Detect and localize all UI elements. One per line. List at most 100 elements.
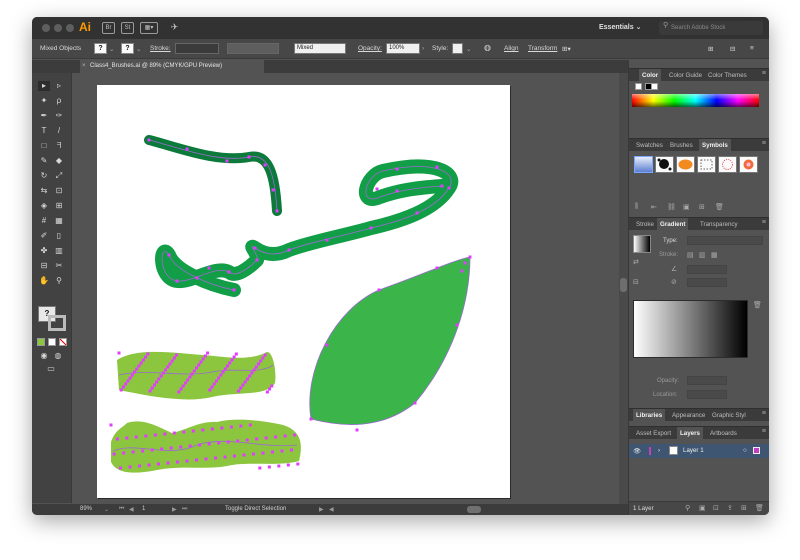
slice-tool[interactable]: ✂ [53,261,65,271]
mesh-tool[interactable]: # [38,216,50,226]
tab-swatches[interactable]: Swatches [633,139,666,152]
anchor-point[interactable] [250,371,254,375]
anchor-point[interactable] [147,463,151,467]
anchor-point[interactable] [287,248,291,252]
anchor-point[interactable] [468,255,472,259]
shaper-tool[interactable]: ✎ [38,156,50,166]
anchor-point[interactable] [139,361,143,365]
anchor-point[interactable] [234,352,238,356]
anchor-point[interactable] [214,379,218,383]
gpu-performance-icon[interactable]: ✈ [168,22,181,34]
symbol-libraries-icon[interactable]: ⫼ [635,203,638,211]
green-wavy-brush-stroke[interactable] [155,159,458,297]
anchor-point[interactable] [245,438,249,442]
symbol-dotted-ring[interactable] [718,156,737,173]
anchor-point[interactable] [325,238,329,242]
anchor-point[interactable] [175,353,179,357]
anchor-point[interactable] [125,436,129,440]
tab-graphic-styles[interactable]: Graphic Styl [709,409,749,422]
workspace-switcher[interactable]: Essentials ⌄ [599,23,641,31]
zoom-window-button[interactable] [66,24,74,32]
transform-button[interactable]: Transform [528,45,557,52]
gradient-opacity-field[interactable] [687,376,727,385]
anchor-point[interactable] [204,457,208,461]
anchor-point[interactable] [159,374,163,378]
anchor-point[interactable] [236,439,240,443]
anchor-point[interactable] [206,351,210,355]
layer-row[interactable]: 👁 › Layer 1 ○ [629,444,769,458]
distribute-icon[interactable]: ⊟ [730,45,735,53]
eyedropper-tool[interactable]: ✐ [38,231,50,241]
anchor-point[interactable] [147,138,151,142]
anchor-point[interactable] [261,451,265,455]
anchor-point[interactable] [146,352,150,356]
fill-color-swatch[interactable]: ? [94,43,107,54]
canvas-area[interactable] [73,73,628,504]
anchor-point[interactable] [259,359,263,363]
anchor-point[interactable] [198,443,202,447]
layer-name[interactable]: Layer 1 [683,447,704,454]
anchor-point[interactable] [157,377,161,381]
anchor-point[interactable] [164,368,167,372]
anchor-point[interactable] [271,450,274,454]
anchor-point[interactable] [131,450,135,454]
anchor-point[interactable] [217,376,221,380]
anchor-point[interactable] [112,452,116,456]
anchor-point[interactable] [195,366,198,370]
gradient-slider[interactable] [633,300,748,358]
chevron-down-icon[interactable]: ⌄ [136,45,141,53]
anchor-point[interactable] [225,159,229,163]
gradient-mode-swatch[interactable] [48,338,56,346]
anchor-point[interactable] [128,376,132,380]
menu-icon[interactable]: ≡ [750,45,754,52]
anchor-point[interactable] [153,433,157,437]
anchor-point[interactable] [185,147,189,151]
delete-layer-icon[interactable]: 🗑 [755,504,764,512]
anchor-point[interactable] [185,459,189,463]
symbol-flower[interactable] [739,156,758,173]
anchor-point[interactable] [252,452,255,456]
tab-asset-export[interactable]: Asset Export [633,427,674,440]
anchor-point[interactable] [217,441,221,445]
anchor-point[interactable] [201,357,205,361]
tab-transparency[interactable]: Transparency [697,218,741,231]
anchor-point[interactable] [166,365,170,369]
panel-menu-icon[interactable]: ≡ [762,410,766,417]
anchor-point[interactable] [455,323,459,327]
anchor-point[interactable] [150,386,154,390]
tab-color-guide[interactable]: Color Guide [666,69,705,82]
visibility-eye-icon[interactable]: 👁 [633,447,641,455]
dark-green-brush-stroke[interactable] [144,135,282,216]
anchor-point[interactable] [258,466,262,470]
anchor-point[interactable] [283,434,287,438]
minimize-window-button[interactable] [54,24,62,32]
tab-color[interactable]: Color [639,69,662,82]
anchor-point[interactable] [247,155,251,159]
anchor-point[interactable] [124,382,128,386]
perspective-grid-tool[interactable]: ⊞ [53,201,65,211]
anchor-point[interactable] [296,462,300,466]
pen-tool[interactable]: ✒ [38,111,50,121]
anchor-point[interactable] [248,423,252,427]
anchor-point[interactable] [210,427,214,431]
panel-menu-icon[interactable]: ≡ [762,219,766,226]
tab-libraries[interactable]: Libraries [633,409,666,422]
anchor-point[interactable] [463,261,467,265]
anchor-point[interactable] [263,163,267,167]
anchor-point[interactable] [161,371,165,375]
anchor-point[interactable] [271,188,275,192]
anchor-point[interactable] [150,448,154,452]
anchor-point[interactable] [377,288,381,292]
anchor-point[interactable] [243,380,247,384]
anchor-point[interactable] [179,445,183,449]
anchor-point[interactable] [208,388,212,392]
screen-mode-icon[interactable]: ▭ [45,364,57,374]
anchor-point[interactable] [395,167,399,171]
anchor-point[interactable] [195,458,198,462]
symbol-ink-splat[interactable] [655,156,674,173]
anchor-point[interactable] [226,440,230,444]
arrange-documents-icon[interactable]: ▦▾ [140,22,158,34]
green-leaf-shape[interactable] [309,256,471,425]
gradient-aspect-field[interactable] [687,278,727,287]
anchor-point[interactable] [201,428,205,432]
